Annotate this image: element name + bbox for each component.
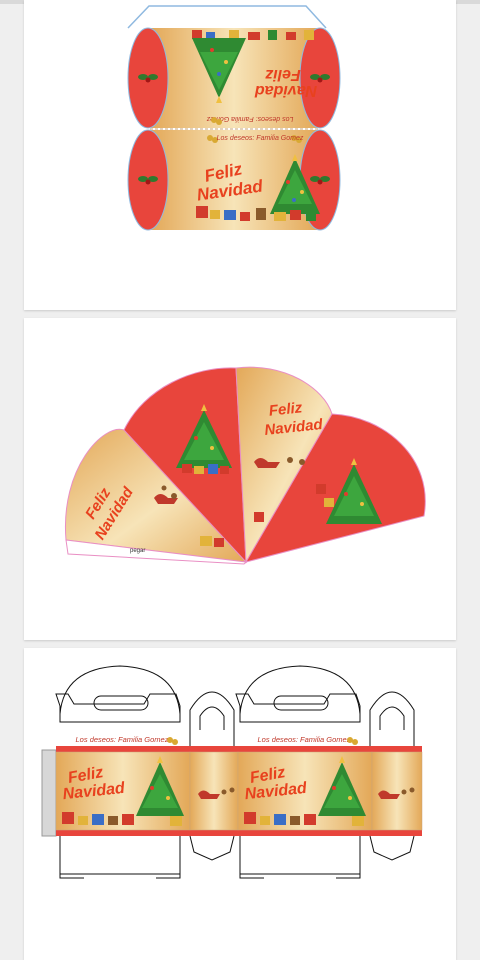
- red-band-bottom: [56, 830, 422, 836]
- template-card-fan-box[interactable]: pegar Feliz Navidad Feliz Navidad: [24, 318, 456, 640]
- template-card-handle-box[interactable]: Los deseos: Familia Gomez Los deseos: Fa…: [24, 648, 456, 960]
- pillow-greeting-lower: Los deseos: Familia Gomez: [217, 135, 304, 142]
- panel-side: [371, 751, 423, 831]
- fan-box-drawing: pegar Feliz Navidad Feliz Navidad: [64, 366, 426, 565]
- side-flap: [369, 691, 415, 746]
- pillow-box-drawing: Feliz Navidad Los deseos: Familia Gomez …: [127, 5, 341, 231]
- top-flap-outline: [127, 5, 327, 29]
- red-band-top: [56, 746, 422, 752]
- pillow-title-upper-line2: Navidad: [254, 82, 317, 99]
- handle-flap: [55, 693, 181, 723]
- handle-box-drawing: Los deseos: Familia Gomez Los deseos: Fa…: [41, 665, 423, 879]
- handle-greeting-left: Los deseos: Familia Gomez: [76, 735, 169, 744]
- bottom-flap: [239, 836, 361, 875]
- bottom-flap: [59, 836, 181, 875]
- glue-tab-label: pegar: [130, 548, 145, 554]
- bottom-flap: [189, 835, 235, 861]
- side-flap: [189, 691, 235, 746]
- handle-flap: [235, 693, 361, 723]
- fan-title-right-line1: Feliz: [268, 399, 303, 419]
- glue-strip: [41, 749, 57, 837]
- handle-greeting-right: Los deseos: Familia Gomez: [258, 735, 351, 744]
- bottom-flap: [369, 835, 415, 861]
- template-card-pillow-box[interactable]: Feliz Navidad Los deseos: Familia Gomez …: [24, 0, 456, 310]
- pillow-title-upper-line1: Feliz: [265, 66, 301, 83]
